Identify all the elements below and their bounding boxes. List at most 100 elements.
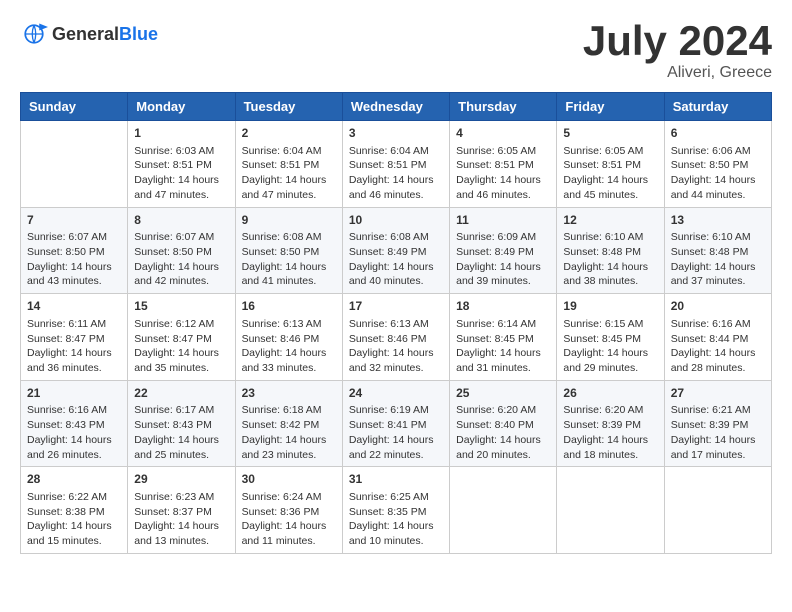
calendar-cell: 6 Sunrise: 6:06 AMSunset: 8:50 PMDaylight…: [664, 121, 771, 208]
calendar-cell: 21Sunrise: 6:16 AMSunset: 8:43 PMDayligh…: [21, 380, 128, 467]
day-number: 24: [349, 385, 443, 402]
calendar-cell: [450, 467, 557, 554]
day-number: 16: [242, 298, 336, 315]
day-info: Sunrise: 6:09 AMSunset: 8:49 PMDaylight:…: [456, 230, 550, 289]
day-number: 9: [242, 212, 336, 229]
day-info: Sunrise: 6:07 AMSunset: 8:50 PMDaylight:…: [134, 230, 228, 289]
calendar-cell: [21, 121, 128, 208]
calendar-cell: 25Sunrise: 6:20 AMSunset: 8:40 PMDayligh…: [450, 380, 557, 467]
calendar-cell: 22Sunrise: 6:17 AMSunset: 8:43 PMDayligh…: [128, 380, 235, 467]
day-number: 18: [456, 298, 550, 315]
calendar-cell: 28 Sunrise: 6:22 AMSunset: 8:38 PMDayligh…: [21, 467, 128, 554]
title-block: July 2024 Aliveri, Greece: [583, 20, 772, 82]
day-number: 6: [671, 125, 765, 142]
calendar-cell: [664, 467, 771, 554]
day-number: 2: [242, 125, 336, 142]
day-number: 5: [563, 125, 657, 142]
day-info: Sunrise: 6:03 AMSunset: 8:51 PMDaylight:…: [134, 144, 228, 203]
calendar-cell: 19 Sunrise: 6:15 AMSunset: 8:45 PMDayligh…: [557, 294, 664, 381]
day-number: 27: [671, 385, 765, 402]
day-info: Sunrise: 6:06 AMSunset: 8:50 PMDaylight:…: [671, 144, 765, 203]
day-info: Sunrise: 6:08 AMSunset: 8:49 PMDaylight:…: [349, 230, 443, 289]
day-info: Sunrise: 6:22 AMSunset: 8:38 PMDaylight:…: [27, 490, 121, 549]
calendar-cell: 20 Sunrise: 6:16 AMSunset: 8:44 PMDayligh…: [664, 294, 771, 381]
day-info: Sunrise: 6:17 AMSunset: 8:43 PMDaylight:…: [134, 403, 228, 462]
logo-text: GeneralBlue: [52, 24, 158, 45]
day-info: Sunrise: 6:10 AMSunset: 8:48 PMDaylight:…: [563, 230, 657, 289]
calendar-cell: 30Sunrise: 6:24 AMSunset: 8:36 PMDayligh…: [235, 467, 342, 554]
calendar-cell: 31 Sunrise: 6:25 AMSunset: 8:35 PMDayligh…: [342, 467, 449, 554]
calendar-cell: 27Sunrise: 6:21 AMSunset: 8:39 PMDayligh…: [664, 380, 771, 467]
day-number: 20: [671, 298, 765, 315]
calendar-cell: 7Sunrise: 6:07 AMSunset: 8:50 PMDaylight…: [21, 207, 128, 294]
logo-blue: Blue: [119, 24, 158, 44]
day-number: 22: [134, 385, 228, 402]
calendar-cell: 26Sunrise: 6:20 AMSunset: 8:39 PMDayligh…: [557, 380, 664, 467]
calendar-title: July 2024: [583, 20, 772, 62]
day-number: 13: [671, 212, 765, 229]
day-number: 1: [134, 125, 228, 142]
calendar-cell: 11Sunrise: 6:09 AMSunset: 8:49 PMDayligh…: [450, 207, 557, 294]
day-info: Sunrise: 6:20 AMSunset: 8:39 PMDaylight:…: [563, 403, 657, 462]
calendar-cell: 29Sunrise: 6:23 AMSunset: 8:37 PMDayligh…: [128, 467, 235, 554]
calendar-cell: 12Sunrise: 6:10 AMSunset: 8:48 PMDayligh…: [557, 207, 664, 294]
day-info: Sunrise: 6:23 AMSunset: 8:37 PMDaylight:…: [134, 490, 228, 549]
weekday-header-monday: Monday: [128, 93, 235, 121]
logo-icon: [20, 20, 48, 48]
day-number: 7: [27, 212, 121, 229]
day-info: Sunrise: 6:15 AMSunset: 8:45 PMDaylight:…: [563, 317, 657, 376]
logo: GeneralBlue: [20, 20, 158, 48]
day-info: Sunrise: 6:05 AMSunset: 8:51 PMDaylight:…: [563, 144, 657, 203]
calendar-cell: 17 Sunrise: 6:13 AMSunset: 8:46 PMDayligh…: [342, 294, 449, 381]
day-number: 26: [563, 385, 657, 402]
weekday-header-tuesday: Tuesday: [235, 93, 342, 121]
day-number: 30: [242, 471, 336, 488]
calendar-cell: 8Sunrise: 6:07 AMSunset: 8:50 PMDaylight…: [128, 207, 235, 294]
day-info: Sunrise: 6:08 AMSunset: 8:50 PMDaylight:…: [242, 230, 336, 289]
day-info: Sunrise: 6:18 AMSunset: 8:42 PMDaylight:…: [242, 403, 336, 462]
calendar-cell: 10Sunrise: 6:08 AMSunset: 8:49 PMDayligh…: [342, 207, 449, 294]
day-number: 15: [134, 298, 228, 315]
calendar-cell: 9Sunrise: 6:08 AMSunset: 8:50 PMDaylight…: [235, 207, 342, 294]
day-number: 28: [27, 471, 121, 488]
day-number: 25: [456, 385, 550, 402]
page-header: GeneralBlue July 2024 Aliveri, Greece: [20, 20, 772, 82]
calendar-table: SundayMondayTuesdayWednesdayThursdayFrid…: [20, 92, 772, 554]
day-number: 14: [27, 298, 121, 315]
day-info: Sunrise: 6:04 AMSunset: 8:51 PMDaylight:…: [349, 144, 443, 203]
day-info: Sunrise: 6:16 AMSunset: 8:43 PMDaylight:…: [27, 403, 121, 462]
day-info: Sunrise: 6:07 AMSunset: 8:50 PMDaylight:…: [27, 230, 121, 289]
logo-general: General: [52, 24, 119, 44]
day-info: Sunrise: 6:04 AMSunset: 8:51 PMDaylight:…: [242, 144, 336, 203]
calendar-cell: 13Sunrise: 6:10 AMSunset: 8:48 PMDayligh…: [664, 207, 771, 294]
day-info: Sunrise: 6:16 AMSunset: 8:44 PMDaylight:…: [671, 317, 765, 376]
day-info: Sunrise: 6:19 AMSunset: 8:41 PMDaylight:…: [349, 403, 443, 462]
day-number: 12: [563, 212, 657, 229]
calendar-week-row: 28 Sunrise: 6:22 AMSunset: 8:38 PMDayligh…: [21, 467, 772, 554]
calendar-cell: 5 Sunrise: 6:05 AMSunset: 8:51 PMDaylight…: [557, 121, 664, 208]
day-info: Sunrise: 6:05 AMSunset: 8:51 PMDaylight:…: [456, 144, 550, 203]
calendar-cell: 1 Sunrise: 6:03 AMSunset: 8:51 PMDaylight…: [128, 121, 235, 208]
day-info: Sunrise: 6:13 AMSunset: 8:46 PMDaylight:…: [349, 317, 443, 376]
calendar-cell: 23Sunrise: 6:18 AMSunset: 8:42 PMDayligh…: [235, 380, 342, 467]
calendar-location: Aliveri, Greece: [583, 64, 772, 82]
day-number: 31: [349, 471, 443, 488]
weekday-header-thursday: Thursday: [450, 93, 557, 121]
calendar-week-row: 1 Sunrise: 6:03 AMSunset: 8:51 PMDaylight…: [21, 121, 772, 208]
day-info: Sunrise: 6:25 AMSunset: 8:35 PMDaylight:…: [349, 490, 443, 549]
calendar-cell: 3Sunrise: 6:04 AMSunset: 8:51 PMDaylight…: [342, 121, 449, 208]
calendar-cell: 4Sunrise: 6:05 AMSunset: 8:51 PMDaylight…: [450, 121, 557, 208]
day-number: 17: [349, 298, 443, 315]
weekday-header-friday: Friday: [557, 93, 664, 121]
calendar-week-row: 14Sunrise: 6:11 AMSunset: 8:47 PMDayligh…: [21, 294, 772, 381]
weekday-header-wednesday: Wednesday: [342, 93, 449, 121]
day-info: Sunrise: 6:14 AMSunset: 8:45 PMDaylight:…: [456, 317, 550, 376]
day-info: Sunrise: 6:13 AMSunset: 8:46 PMDaylight:…: [242, 317, 336, 376]
calendar-week-row: 21Sunrise: 6:16 AMSunset: 8:43 PMDayligh…: [21, 380, 772, 467]
weekday-header-saturday: Saturday: [664, 93, 771, 121]
weekday-header-sunday: Sunday: [21, 93, 128, 121]
calendar-cell: [557, 467, 664, 554]
calendar-cell: 18 Sunrise: 6:14 AMSunset: 8:45 PMDayligh…: [450, 294, 557, 381]
day-number: 19: [563, 298, 657, 315]
calendar-week-row: 7Sunrise: 6:07 AMSunset: 8:50 PMDaylight…: [21, 207, 772, 294]
